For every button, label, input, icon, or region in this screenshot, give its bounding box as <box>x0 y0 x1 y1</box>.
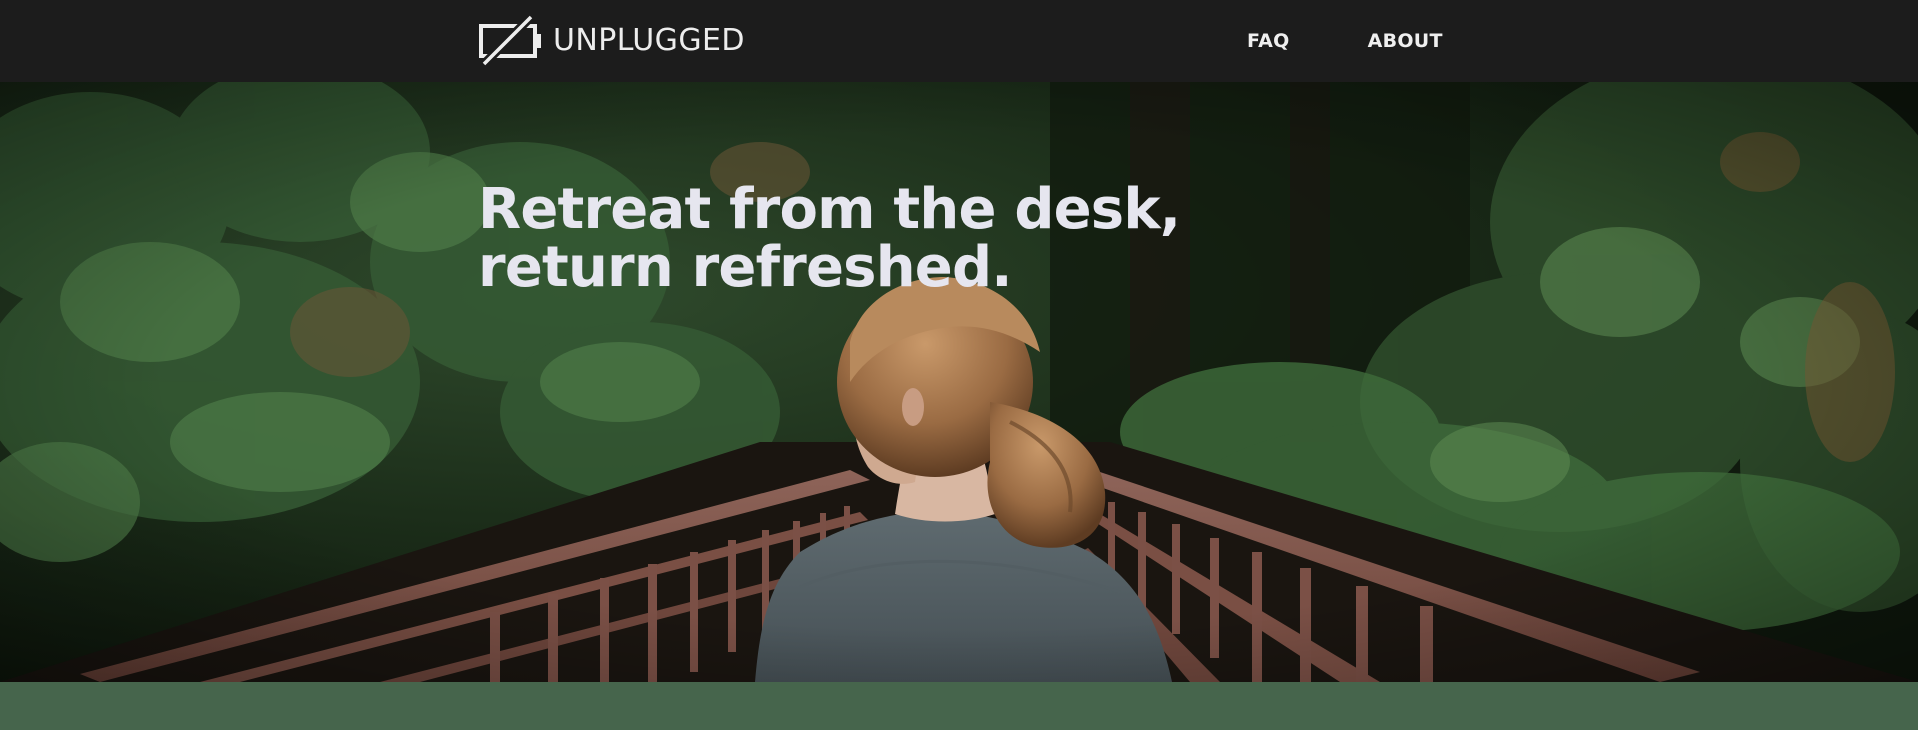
site-header: UNPLUGGED FAQ ABOUT <box>0 0 1918 82</box>
hero-headline-line-1: Retreat from the desk, <box>478 177 1181 242</box>
woman-on-forest-bridge-photo <box>0 82 1918 682</box>
brand-logo-link[interactable]: UNPLUGGED <box>478 15 745 67</box>
nav-link-about[interactable]: ABOUT <box>1368 30 1443 52</box>
hero-section: Retreat from the desk, return refreshed. <box>0 82 1918 682</box>
hero-headline-line-2: return refreshed. <box>478 235 1013 300</box>
hero-headline: Retreat from the desk, return refreshed. <box>478 181 1378 297</box>
unplugged-battery-logo-icon <box>479 15 541 67</box>
brand-name: UNPLUGGED <box>553 23 745 58</box>
main-nav: FAQ ABOUT <box>1247 0 1521 82</box>
nav-link-faq[interactable]: FAQ <box>1247 30 1290 52</box>
content-section-top <box>0 682 1918 730</box>
